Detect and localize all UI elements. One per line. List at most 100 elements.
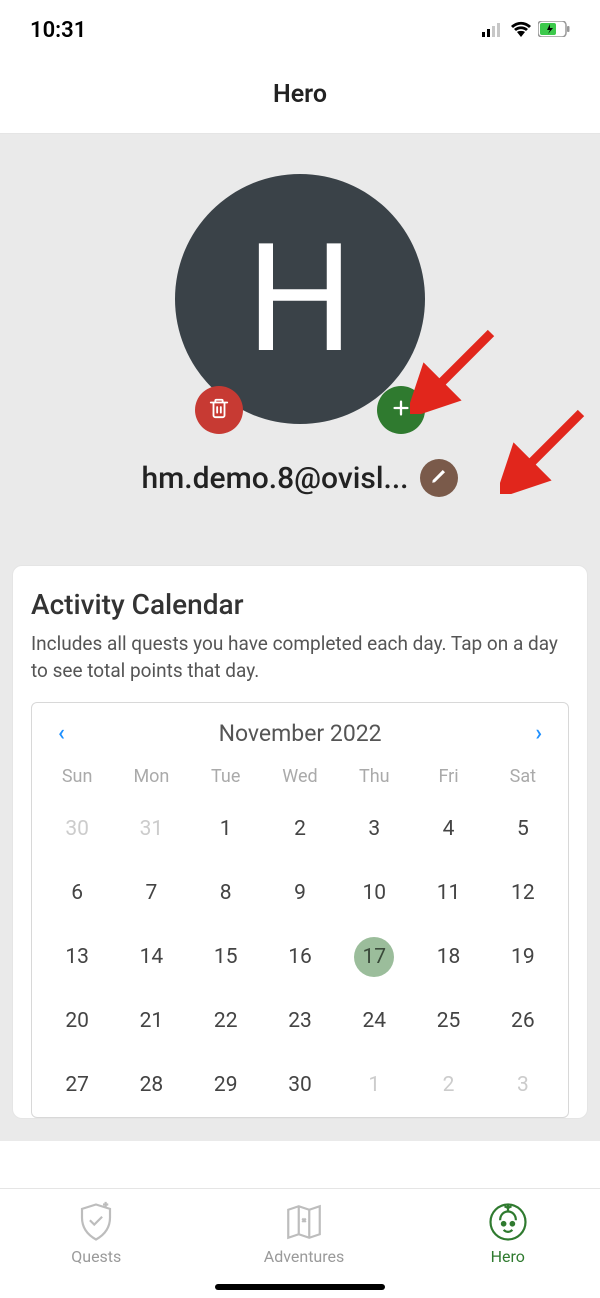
calendar-day[interactable]: 5 bbox=[486, 807, 560, 851]
calendar-day-number: 25 bbox=[437, 1009, 461, 1033]
calendar-dow: Wed bbox=[263, 766, 337, 787]
calendar-day[interactable]: 22 bbox=[189, 999, 263, 1043]
calendar-day-number: 6 bbox=[71, 881, 83, 905]
calendar-day[interactable]: 7 bbox=[114, 871, 188, 915]
calendar-day-number: 28 bbox=[140, 1073, 164, 1097]
calendar-day[interactable]: 30 bbox=[263, 1063, 337, 1107]
calendar-day-number: 7 bbox=[146, 881, 158, 905]
calendar-day[interactable]: 2 bbox=[411, 1063, 485, 1107]
calendar-day[interactable]: 30 bbox=[40, 807, 114, 851]
calendar-day-number: 3 bbox=[517, 1073, 529, 1097]
calendar-day[interactable]: 25 bbox=[411, 999, 485, 1043]
calendar: ‹ November 2022 › SunMonTueWedThuFriSat3… bbox=[31, 702, 569, 1118]
calendar-day-number: 22 bbox=[214, 1009, 238, 1033]
calendar-day[interactable]: 3 bbox=[337, 807, 411, 851]
nav-label: Hero bbox=[491, 1247, 525, 1266]
calendar-day[interactable]: 6 bbox=[40, 871, 114, 915]
plus-icon bbox=[390, 397, 412, 423]
nav-adventures[interactable]: Adventures bbox=[264, 1201, 345, 1266]
calendar-month-label: November 2022 bbox=[219, 720, 382, 747]
map-icon bbox=[283, 1201, 325, 1243]
delete-avatar-button[interactable] bbox=[195, 386, 243, 434]
calendar-day-number: 3 bbox=[368, 817, 380, 841]
chevron-left-icon: ‹ bbox=[58, 721, 65, 746]
calendar-day-number: 9 bbox=[294, 881, 306, 905]
calendar-day[interactable]: 1 bbox=[337, 1063, 411, 1107]
activity-calendar-card: Activity Calendar Includes all quests yo… bbox=[12, 565, 588, 1119]
calendar-day[interactable]: 27 bbox=[40, 1063, 114, 1107]
calendar-day-number: 21 bbox=[140, 1009, 164, 1033]
pencil-icon bbox=[430, 467, 448, 489]
calendar-day-number: 11 bbox=[437, 881, 461, 905]
chevron-right-icon: › bbox=[535, 721, 542, 746]
calendar-day-number: 29 bbox=[214, 1073, 238, 1097]
calendar-day[interactable]: 20 bbox=[40, 999, 114, 1043]
calendar-day[interactable]: 4 bbox=[411, 807, 485, 851]
calendar-day[interactable]: 23 bbox=[263, 999, 337, 1043]
calendar-day-number: 14 bbox=[140, 945, 164, 969]
calendar-day-number: 24 bbox=[362, 1009, 386, 1033]
trash-icon bbox=[208, 397, 230, 423]
edit-username-button[interactable] bbox=[420, 459, 458, 497]
calendar-day[interactable]: 12 bbox=[486, 871, 560, 915]
calendar-day[interactable]: 24 bbox=[337, 999, 411, 1043]
calendar-day[interactable]: 14 bbox=[114, 935, 188, 979]
calendar-day[interactable]: 17 bbox=[337, 935, 411, 979]
calendar-day-number: 20 bbox=[65, 1009, 89, 1033]
calendar-day[interactable]: 21 bbox=[114, 999, 188, 1043]
calendar-day[interactable]: 1 bbox=[189, 807, 263, 851]
calendar-dow: Tue bbox=[189, 766, 263, 787]
calendar-day[interactable]: 28 bbox=[114, 1063, 188, 1107]
nav-quests[interactable]: Quests bbox=[71, 1201, 121, 1266]
calendar-day-number: 30 bbox=[65, 817, 89, 841]
calendar-day-number: 16 bbox=[288, 945, 312, 969]
avatar-initial: H bbox=[246, 211, 353, 387]
calendar-day[interactable]: 10 bbox=[337, 871, 411, 915]
home-indicator[interactable] bbox=[215, 1284, 385, 1290]
shield-icon bbox=[75, 1201, 117, 1243]
add-avatar-button[interactable] bbox=[377, 386, 425, 434]
next-month-button[interactable]: › bbox=[527, 717, 550, 750]
status-right bbox=[482, 18, 570, 43]
profile-section: H hm.demo.8@ovisl... bbox=[0, 134, 600, 547]
calendar-day-number: 1 bbox=[220, 817, 232, 841]
calendar-day-number: 18 bbox=[437, 945, 461, 969]
wifi-icon bbox=[510, 18, 532, 43]
calendar-day[interactable]: 11 bbox=[411, 871, 485, 915]
calendar-day-number: 19 bbox=[511, 945, 535, 969]
calendar-day[interactable]: 3 bbox=[486, 1063, 560, 1107]
calendar-dow: Sat bbox=[486, 766, 560, 787]
calendar-day[interactable]: 9 bbox=[263, 871, 337, 915]
calendar-day[interactable]: 19 bbox=[486, 935, 560, 979]
calendar-day[interactable]: 31 bbox=[114, 807, 188, 851]
calendar-dow: Fri bbox=[411, 766, 485, 787]
prev-month-button[interactable]: ‹ bbox=[50, 717, 73, 750]
battery-icon bbox=[538, 18, 570, 43]
bottom-nav: Quests Adventures Hero bbox=[0, 1188, 600, 1298]
calendar-day-number: 23 bbox=[288, 1009, 312, 1033]
nav-hero[interactable]: Hero bbox=[487, 1201, 529, 1266]
calendar-day-number: 30 bbox=[288, 1073, 312, 1097]
username-row: hm.demo.8@ovisl... bbox=[0, 459, 600, 497]
calendar-day[interactable]: 18 bbox=[411, 935, 485, 979]
calendar-day[interactable]: 26 bbox=[486, 999, 560, 1043]
calendar-day-number: 1 bbox=[368, 1073, 380, 1097]
calendar-day-number: 26 bbox=[511, 1009, 535, 1033]
calendar-day[interactable]: 2 bbox=[263, 807, 337, 851]
calendar-day-number: 8 bbox=[220, 881, 232, 905]
calendar-header: ‹ November 2022 › bbox=[40, 717, 560, 760]
avatar-container: H bbox=[175, 174, 425, 424]
calendar-day-number: 4 bbox=[443, 817, 455, 841]
knight-icon bbox=[487, 1201, 529, 1243]
calendar-day-number: 10 bbox=[362, 881, 386, 905]
calendar-day[interactable]: 8 bbox=[189, 871, 263, 915]
calendar-day[interactable]: 16 bbox=[263, 935, 337, 979]
calendar-day[interactable]: 15 bbox=[189, 935, 263, 979]
calendar-day-number: 13 bbox=[65, 945, 89, 969]
nav-label: Adventures bbox=[264, 1247, 345, 1266]
calendar-day[interactable]: 29 bbox=[189, 1063, 263, 1107]
calendar-day-number: 15 bbox=[214, 945, 238, 969]
calendar-dow: Mon bbox=[114, 766, 188, 787]
calendar-grid: SunMonTueWedThuFriSat3031123456789101112… bbox=[40, 760, 560, 1107]
calendar-day[interactable]: 13 bbox=[40, 935, 114, 979]
